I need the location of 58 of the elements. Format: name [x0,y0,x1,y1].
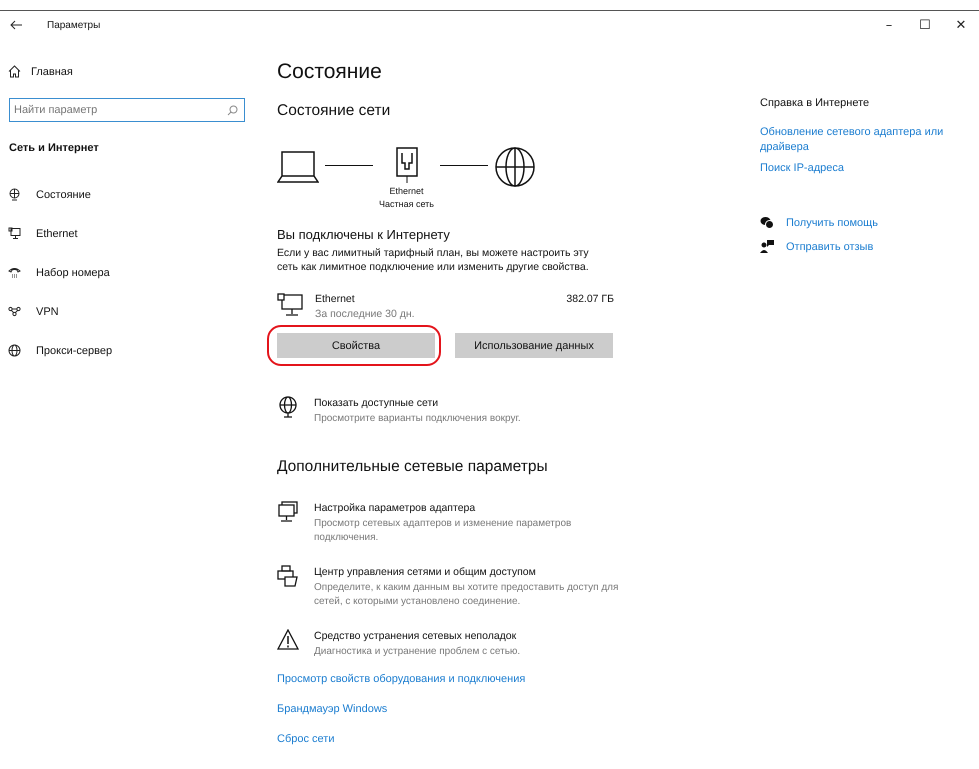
option-title[interactable]: Центр управления сетями и общим доступом [314,565,632,579]
sidebar-item[interactable]: VPN [36,306,59,318]
search-icon [227,105,238,116]
printer-folder-icon [277,565,299,587]
sidebar-item[interactable]: Прокси-сервер [36,344,112,356]
network-label: Частная сеть [379,198,434,211]
globe-monitor-icon [8,188,21,201]
section-heading: Состояние сети [277,102,390,120]
globe-icon [494,146,536,188]
maximize-button[interactable]: ☐ [907,11,943,39]
back-icon[interactable] [10,20,22,30]
close-button[interactable]: ✕ [943,11,979,39]
section-heading: Сеть и Интернет [9,142,100,154]
globe-monitor-icon [277,396,299,418]
option-description: Диагностика и устранение проблем с сетью. [314,645,522,659]
ethernet-port-icon [396,147,418,183]
window-title: Параметры [47,20,100,30]
status-description: Если у вас лимитный тарифный план, вы можете настроить эту сеть как лимитное подключение или изменить другие свойства. [277,246,590,274]
help-heading: Справка в Интернете [760,97,870,109]
settings-link[interactable]: Просмотр свойств оборудования и подключения [277,673,526,685]
page-title: Состояние [277,60,382,84]
home-icon [8,65,21,78]
warning-icon [277,629,299,651]
chat-help-icon [760,216,774,229]
vpn-icon [8,305,21,318]
status-heading: Вы подключены к Интернету [277,227,450,242]
minimize-button[interactable]: – [871,11,907,39]
globe-icon [8,344,21,357]
home-link[interactable]: Главная [31,66,73,78]
monitors-icon [277,501,299,523]
option-title[interactable]: Средство устранения сетевых неполадок [314,629,632,643]
search-field[interactable]: Найти параметр [9,98,245,122]
help-action-link[interactable]: Отправить отзыв [786,240,874,252]
option-description: Просмотр сетевых адаптеров и изменение параметров подключения. [314,517,572,545]
help-action-link[interactable]: Получить помощь [786,216,878,228]
properties-button[interactable]: Свойства [277,333,435,358]
usage-period: За последние 30 дн. [315,308,415,320]
option-description: Определите, к каким данным вы хотите предоставить доступ для сетей, с которыми установлено соединение. [314,581,620,609]
option-title[interactable]: Показать доступные сети [314,396,632,410]
section-heading: Дополнительные сетевые параметры [277,458,548,476]
sidebar-item[interactable]: Состояние [36,188,91,200]
option-title[interactable]: Настройка параметров адаптера [314,501,632,515]
help-link[interactable]: Обновление сетевого адаптера или драйвера [760,125,960,155]
settings-link[interactable]: Сброс сети [277,733,334,745]
laptop-icon [277,150,319,184]
feedback-person-icon [760,240,774,253]
adapter-name: Ethernet [315,293,356,305]
usage-amount: 382.07 ГБ [566,293,614,305]
sidebar-item[interactable]: Ethernet [36,228,78,240]
phone-icon [8,266,21,279]
adapter-label: Ethernet [389,185,424,198]
ethernet-icon [277,293,303,317]
settings-link[interactable]: Брандмауэр Windows [277,703,388,715]
ethernet-icon [8,227,21,240]
sidebar-item[interactable]: Набор номера [36,266,110,278]
help-link[interactable]: Поиск IP-адреса [760,161,960,176]
option-description: Просмотрите варианты подключения вокруг. [314,412,522,426]
data-usage-button[interactable]: Использование данных [455,333,613,358]
